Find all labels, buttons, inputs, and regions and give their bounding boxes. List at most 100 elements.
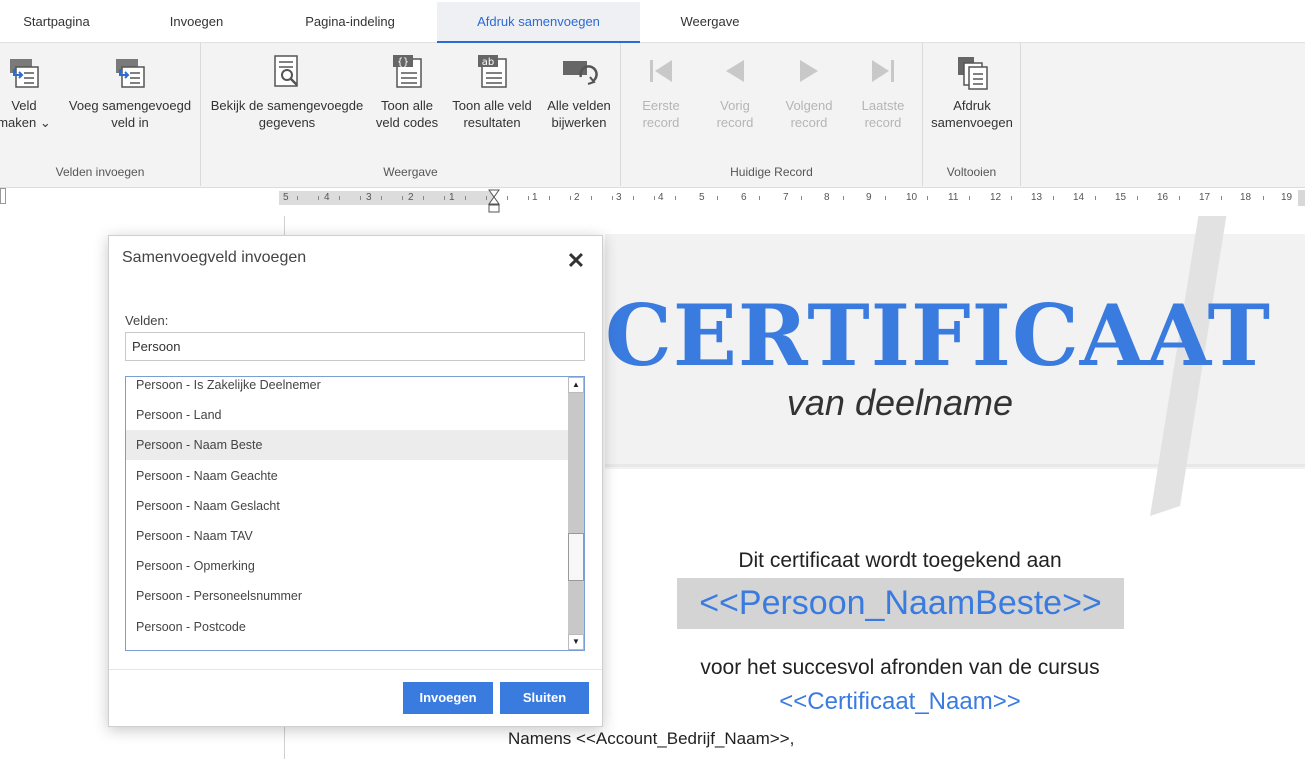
ruler-tick bbox=[927, 196, 928, 200]
field-codes-icon: {} bbox=[393, 55, 422, 88]
chevron-down-icon: ⌄ bbox=[39, 115, 51, 130]
first-record-icon bbox=[650, 60, 672, 82]
indent-marker-icon[interactable] bbox=[488, 188, 500, 214]
ruler-tick bbox=[675, 196, 676, 200]
vorig-record-button[interactable]: Vorig record bbox=[699, 53, 771, 131]
toon-alle-veld-codes-button[interactable]: {} Toon alle veld codes bbox=[369, 53, 445, 131]
group-weergave: Bekijk de samengevoegde gegevens {} Toon… bbox=[201, 43, 621, 186]
toon-codes-label-2: veld codes bbox=[375, 115, 439, 130]
tab-afdruk-samenvoegen[interactable]: Afdruk samenvoegen bbox=[437, 2, 640, 43]
left-margin-marker bbox=[0, 188, 6, 204]
ruler-tick bbox=[549, 196, 550, 200]
group-velden-invoegen: Veld maken ⌄ Voeg samengevoegd veld in V… bbox=[0, 43, 201, 186]
list-item[interactable]: Persoon - Personeelsnummer bbox=[126, 581, 568, 611]
laatste-label-1: Laatste bbox=[861, 98, 905, 113]
tab-invoegen[interactable]: Invoegen bbox=[140, 2, 253, 43]
list-item[interactable]: Persoon - Postcode bbox=[126, 612, 568, 642]
scroll-down-arrow-icon[interactable]: ▼ bbox=[568, 634, 584, 650]
afdruk-samenvoegen-button[interactable]: Afdruk samenvoegen bbox=[927, 53, 1017, 131]
scroll-track[interactable] bbox=[568, 393, 584, 634]
dialog-footer-separator bbox=[109, 669, 602, 670]
listbox-scrollbar[interactable]: ▲ ▼ bbox=[568, 377, 584, 650]
ruler-label: 15 bbox=[1115, 192, 1127, 203]
bekijk-label-1: Bekijk de samengevoegde bbox=[210, 98, 364, 113]
voeg-samengevoegd-veld-in-button[interactable]: Voeg samengevoegd veld in bbox=[66, 53, 194, 131]
ruler-tick bbox=[843, 196, 844, 200]
course-name-merge-field[interactable]: <<Certificaat_Naam>> bbox=[605, 688, 1195, 716]
fields-listbox[interactable]: Persoon - Is Zakelijke Deelnemer Persoon … bbox=[125, 376, 585, 651]
ruler-tick bbox=[633, 196, 634, 200]
toon-alle-veld-resultaten-button[interactable]: ab Toon alle veld resultaten bbox=[447, 53, 537, 131]
group-voltooien: Afdruk samenvoegen Voltooien bbox=[923, 43, 1021, 186]
ruler-tick bbox=[1221, 196, 1222, 200]
ruler-tick bbox=[360, 196, 361, 200]
field-results-icon: ab bbox=[478, 55, 507, 88]
list-item[interactable]: Persoon - Naam Geachte bbox=[126, 461, 568, 491]
ruler-label: 18 bbox=[1240, 192, 1252, 203]
ruler-label: 13 bbox=[1031, 192, 1043, 203]
scroll-thumb[interactable] bbox=[568, 533, 584, 581]
certificate-subtitle: van deelname bbox=[786, 382, 1014, 423]
toon-resultaten-label-1: Toon alle veld bbox=[452, 98, 532, 113]
list-item[interactable]: Persoon - Naam TAV bbox=[126, 521, 568, 551]
veld-maken-button[interactable]: Veld maken ⌄ bbox=[0, 53, 56, 131]
list-item[interactable]: Persoon - Naam Geslacht bbox=[126, 491, 568, 521]
scroll-up-arrow-icon[interactable]: ▲ bbox=[568, 377, 584, 393]
vorig-label-2: record bbox=[716, 115, 754, 130]
svg-text:{}: {} bbox=[397, 57, 409, 68]
bekijk-samengevoegde-gegevens-button[interactable]: Bekijk de samengevoegde gegevens bbox=[207, 53, 367, 131]
ruler-right-margin bbox=[1298, 190, 1305, 206]
field-create-icon bbox=[10, 59, 39, 88]
horizontal-ruler[interactable]: 5 4 3 2 1 1 2 3 4 5 6 7 8 9 10 11 12 13 14 15 16 17 18 19 bbox=[279, 188, 1305, 214]
alle-velden-bijwerken-button[interactable]: Alle velden bijwerken bbox=[541, 53, 617, 131]
ruler-label: 1 bbox=[449, 192, 455, 203]
group-label-velden-invoegen: Velden invoegen bbox=[55, 165, 145, 179]
ruler-label: 7 bbox=[783, 192, 789, 203]
tab-startpagina[interactable]: Startpagina bbox=[0, 2, 113, 43]
ruler-label: 4 bbox=[324, 192, 330, 203]
ruler-tick bbox=[612, 196, 613, 200]
afdruk-label-1: Afdruk bbox=[953, 98, 991, 113]
laatste-label-2: record bbox=[864, 115, 902, 130]
certificate-title: CERTIFICAAT bbox=[605, 286, 1272, 385]
list-item[interactable]: Persoon - Opmerking bbox=[126, 551, 568, 581]
close-button[interactable]: Sluiten bbox=[500, 682, 589, 714]
ruler-label: 16 bbox=[1157, 192, 1169, 203]
toon-resultaten-label-2: resultaten bbox=[463, 115, 521, 130]
ruler-tick bbox=[381, 196, 382, 200]
person-name-merge-field[interactable]: <<Persoon_NaamBeste>> bbox=[677, 578, 1124, 629]
ruler-tick bbox=[1137, 196, 1138, 200]
preview-document-icon bbox=[274, 55, 298, 87]
close-icon[interactable]: ✕ bbox=[564, 249, 588, 273]
tab-weergave[interactable]: Weergave bbox=[655, 2, 765, 43]
fields-search-input[interactable] bbox=[125, 332, 585, 361]
ruler-tick bbox=[969, 196, 970, 200]
veld-maken-label-2: maken ⌄ bbox=[0, 114, 56, 131]
volgend-record-button[interactable]: Volgend record bbox=[773, 53, 845, 131]
eerste-label-2: record bbox=[642, 115, 680, 130]
eerste-record-button[interactable]: Eerste record bbox=[625, 53, 697, 131]
laatste-record-button[interactable]: Laatste record bbox=[847, 53, 919, 131]
ruler-tick bbox=[423, 196, 424, 200]
awarded-text: Dit certificaat wordt toegekend aan bbox=[738, 549, 1062, 572]
next-record-icon bbox=[800, 60, 818, 82]
afdruk-label-2: samenvoegen bbox=[931, 115, 1013, 130]
list-item[interactable]: Persoon - Naam Beste bbox=[126, 430, 568, 460]
veld-maken-label-text: maken bbox=[0, 115, 37, 130]
ruler-tick bbox=[339, 196, 340, 200]
eerste-label-1: Eerste bbox=[642, 98, 680, 113]
ruler-tick bbox=[717, 196, 718, 200]
ruler-label: 10 bbox=[906, 192, 918, 203]
tab-pagina-indeling[interactable]: Pagina-indeling bbox=[285, 2, 415, 43]
ruler-tick bbox=[528, 196, 529, 200]
ruler-label: 4 bbox=[658, 192, 664, 203]
list-item[interactable]: Persoon - Land bbox=[126, 400, 568, 430]
toon-codes-label-1: Toon alle bbox=[380, 98, 434, 113]
insert-button[interactable]: Invoegen bbox=[403, 682, 493, 714]
volgend-label-1: Volgend bbox=[785, 98, 833, 113]
ruler-tick bbox=[402, 196, 403, 200]
ruler-label: 5 bbox=[283, 192, 289, 203]
list-item[interactable]: Persoon - Is Zakelijke Deelnemer bbox=[126, 377, 568, 400]
ruler-label: 2 bbox=[408, 192, 414, 203]
voeg-samengevoegd-label-1: Voeg samengevoegd bbox=[68, 98, 192, 113]
